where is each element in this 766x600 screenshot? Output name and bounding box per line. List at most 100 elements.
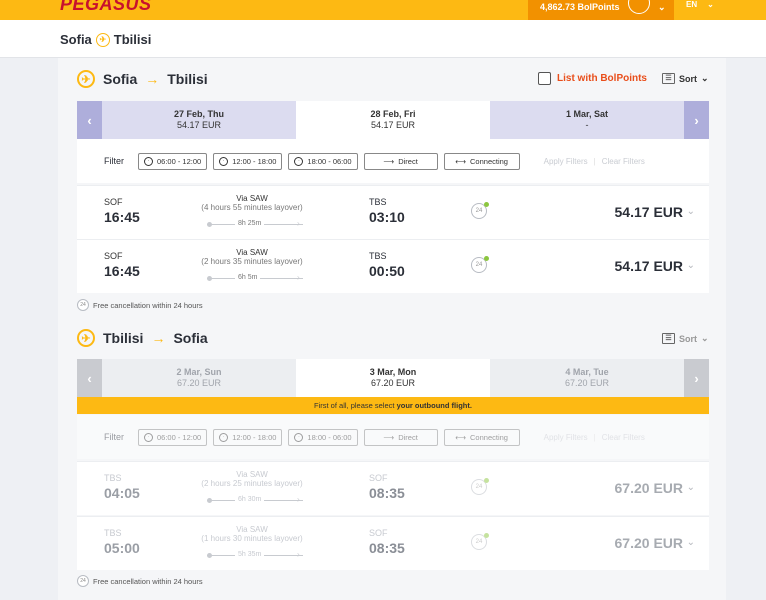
filter-connecting[interactable]: ⟷ Connecting [443,428,520,446]
filter-time-morning[interactable]: · 06:00 - 12:00 [138,428,208,446]
departure-code: SOF [104,197,123,207]
note-text: Free cancellation within 24 hours [93,300,203,310]
user-icon [628,0,650,14]
chevron-down-icon[interactable]: ⌄ [687,206,695,217]
filter-direct[interactable]: ⟶ Direct [363,152,438,170]
departure-time: 04:05 [104,485,140,501]
free-cancel-24h-icon: 24 [471,256,489,273]
arrow-right-icon: ⟶ [383,156,395,166]
clock-icon: · [294,432,304,442]
arrow-right-icon: → [151,330,166,346]
outbound-header: ✈ Sofia → Tbilisi [77,70,208,88]
arrival-code: TBS [369,251,387,261]
flight-row[interactable]: TBS 05:00 Via SAW (1 hours 30 minutes lay… [77,516,709,570]
outbound-filter-row: Filter · 06:00 - 12:00 · 12:00 - 18:00 · 18… [77,139,709,183]
filter-text: 06:00 - 12:00 [157,432,202,442]
filter-time-night[interactable]: · 18:00 - 06:00 [288,152,358,170]
layover-text: (4 hours 55 minutes layover) [201,203,303,212]
clock-icon: · [294,156,304,166]
departure-time: 16:45 [104,263,140,279]
outbound-sort[interactable]: ☰ Sort ⌄ [662,73,709,84]
list-with-bolpoints[interactable]: List with BolPoints [538,72,647,85]
filter-time-morning[interactable]: · 06:00 - 12:00 [138,152,208,170]
flight-row[interactable]: TBS 04:05 Via SAW (2 hours 25 minutes lay… [77,461,709,515]
sort-icon: ☰ [662,333,675,344]
layover-text: (2 hours 35 minutes layover) [201,257,303,266]
apply-filters-button[interactable]: Apply Filters [544,157,588,166]
via-info: Via SAW (1 hours 30 minutes layover) [187,525,317,543]
language-selector[interactable]: EN ⌄ [686,0,714,10]
arrival-code: SOF [369,528,388,538]
chevron-down-icon[interactable]: ⌄ [687,537,695,548]
pegasus-logo[interactable]: PEGASUS [60,0,152,15]
plane-icon: ✈ [77,70,95,88]
filter-connecting[interactable]: ⟷ Connecting [443,152,520,170]
flight-price[interactable]: 67.20 EUR [615,535,683,551]
duration-track: 6h 5m › [207,274,303,282]
date-tab[interactable]: 4 Mar, Tue 67.20 EUR [490,359,684,397]
outbound-from: Sofia [103,71,138,87]
filter-time-afternoon[interactable]: · 12:00 - 18:00 [213,152,283,170]
date-tab[interactable]: 27 Feb, Thu 54.17 EUR [102,101,296,139]
date-tab[interactable]: 2 Mar, Sun 67.20 EUR [102,359,296,397]
apply-filters-button[interactable]: Apply Filters [544,433,588,442]
via-info: Via SAW (2 hours 35 minutes layover) [187,248,317,266]
date-tab-selected[interactable]: 3 Mar, Mon 67.20 EUR [296,359,490,397]
via-airport: Via SAW [236,525,268,534]
chevron-down-icon[interactable]: ⌄ [687,260,695,271]
via-airport: Via SAW [236,470,268,479]
filter-text: 12:00 - 18:00 [232,156,277,166]
flight-price[interactable]: 54.17 EUR [615,204,683,220]
return-sort[interactable]: ☰ Sort ⌄ [662,333,709,344]
top-bar: PEGASUS 4,862.73 BolPoints ⌄ EN ⌄ [0,0,766,20]
departure-code: SOF [104,251,123,261]
filter-text: Connecting [470,432,508,442]
connecting-icon: ⟷ [455,432,467,442]
prev-date-button[interactable]: ‹ [77,359,102,397]
sort-label: Sort [679,73,697,84]
clock-icon: · [219,432,229,442]
departure-code: TBS [104,528,122,538]
clear-filters-button[interactable]: Clear Filters [602,157,645,166]
arrow-right-icon: → [145,71,160,87]
flight-price[interactable]: 54.17 EUR [615,258,683,274]
sort-label: Sort [679,333,697,344]
prev-date-button[interactable]: ‹ [77,101,102,139]
via-info: Via SAW (4 hours 55 minutes layover) [187,194,317,212]
return-to: Sofia [173,330,208,346]
return-date-selector: ‹ 2 Mar, Sun 67.20 EUR 3 Mar, Mon 67.20 … [77,359,709,397]
clock-icon: · [219,156,229,166]
next-date-button[interactable]: › [684,101,709,139]
bolpoints-label: List with BolPoints [557,73,647,84]
chevron-down-icon: ⌄ [658,2,666,12]
date-price: 67.20 EUR [564,378,610,388]
plane-icon: ✈ [95,32,110,47]
filter-text: 12:00 - 18:00 [232,432,277,442]
route-bar: Sofia ✈ Tbilisi [0,20,766,58]
bolpoints-checkbox[interactable] [538,72,551,85]
duration: 6h 30m [235,496,265,503]
date-tab[interactable]: 1 Mar, Sat - [490,101,684,139]
date-tab-selected[interactable]: 28 Feb, Fri 54.17 EUR [296,101,490,139]
flight-row[interactable]: SOF 16:45 Via SAW (4 hours 55 minutes lay… [77,185,709,239]
chevron-down-icon[interactable]: ⌄ [687,482,695,493]
plane-icon: ✈ [77,329,95,347]
bolpoints-account[interactable]: 4,862.73 BolPoints ⌄ [528,0,674,20]
flight-row[interactable]: SOF 16:45 Via SAW (2 hours 35 minutes lay… [77,239,709,293]
return-from: Tbilisi [103,330,144,346]
route-from: Sofia [60,32,92,47]
filter-direct[interactable]: ⟶ Direct [363,428,438,446]
return-filter-row: Filter · 06:00 - 12:00 · 12:00 - 18:00 · 18… [77,415,709,459]
flight-price[interactable]: 67.20 EUR [615,480,683,496]
clear-filters-button[interactable]: Clear Filters [602,433,645,442]
date-price: 54.17 EUR [370,120,416,130]
sort-icon: ☰ [662,73,675,84]
next-date-button[interactable]: › [684,359,709,397]
free-cancellation-note: 24 Free cancellation within 24 hours [77,575,203,587]
free-cancel-24h-icon: 24 [77,575,89,587]
date-label: 28 Feb, Fri [370,109,416,119]
filter-time-night[interactable]: · 18:00 - 06:00 [288,428,358,446]
filter-time-afternoon[interactable]: · 12:00 - 18:00 [213,428,283,446]
select-outbound-warning: First of all, please select your outboun… [77,397,709,414]
date-label: 1 Mar, Sat [565,109,609,119]
